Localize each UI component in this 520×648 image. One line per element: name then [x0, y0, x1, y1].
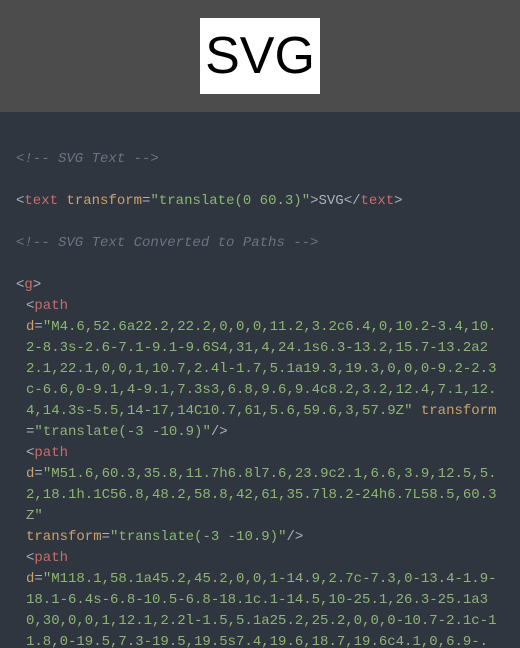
code-line-path3-attrs: d="M118.1,58.1a45.2,45.2,0,0,1-14.9,2.7c… — [16, 569, 504, 648]
output-stage: SVG — [0, 0, 520, 112]
code-line-text-element: <text transform="translate(0 60.3)">SVG<… — [16, 191, 504, 212]
code-line-path1-attrs: d="M4.6,52.6a22.2,22.2,0,0,0,11.2,3.2c6.… — [16, 317, 504, 443]
svg-rendered-box: SVG — [200, 18, 320, 94]
comment-svg-paths: <!-- SVG Text Converted to Paths --> — [16, 235, 318, 251]
svg-rendered-text: SVG — [205, 30, 315, 82]
code-line-path3: <path — [16, 548, 504, 569]
code-line-path2-attrs: d="M51.6,60.3,35.8,11.7h6.8l7.6,23.9c2.1… — [16, 464, 504, 527]
code-line-path2: <path — [16, 443, 504, 464]
comment-svg-text: <!-- SVG Text --> — [16, 151, 159, 167]
code-line-path2-transform: transform="translate(-3 -10.9)"/> — [16, 527, 504, 548]
code-line-g-open: <g> — [16, 275, 504, 296]
code-block: <!-- SVG Text --> <text transform="trans… — [0, 112, 520, 648]
code-line-path1: <path — [16, 296, 504, 317]
